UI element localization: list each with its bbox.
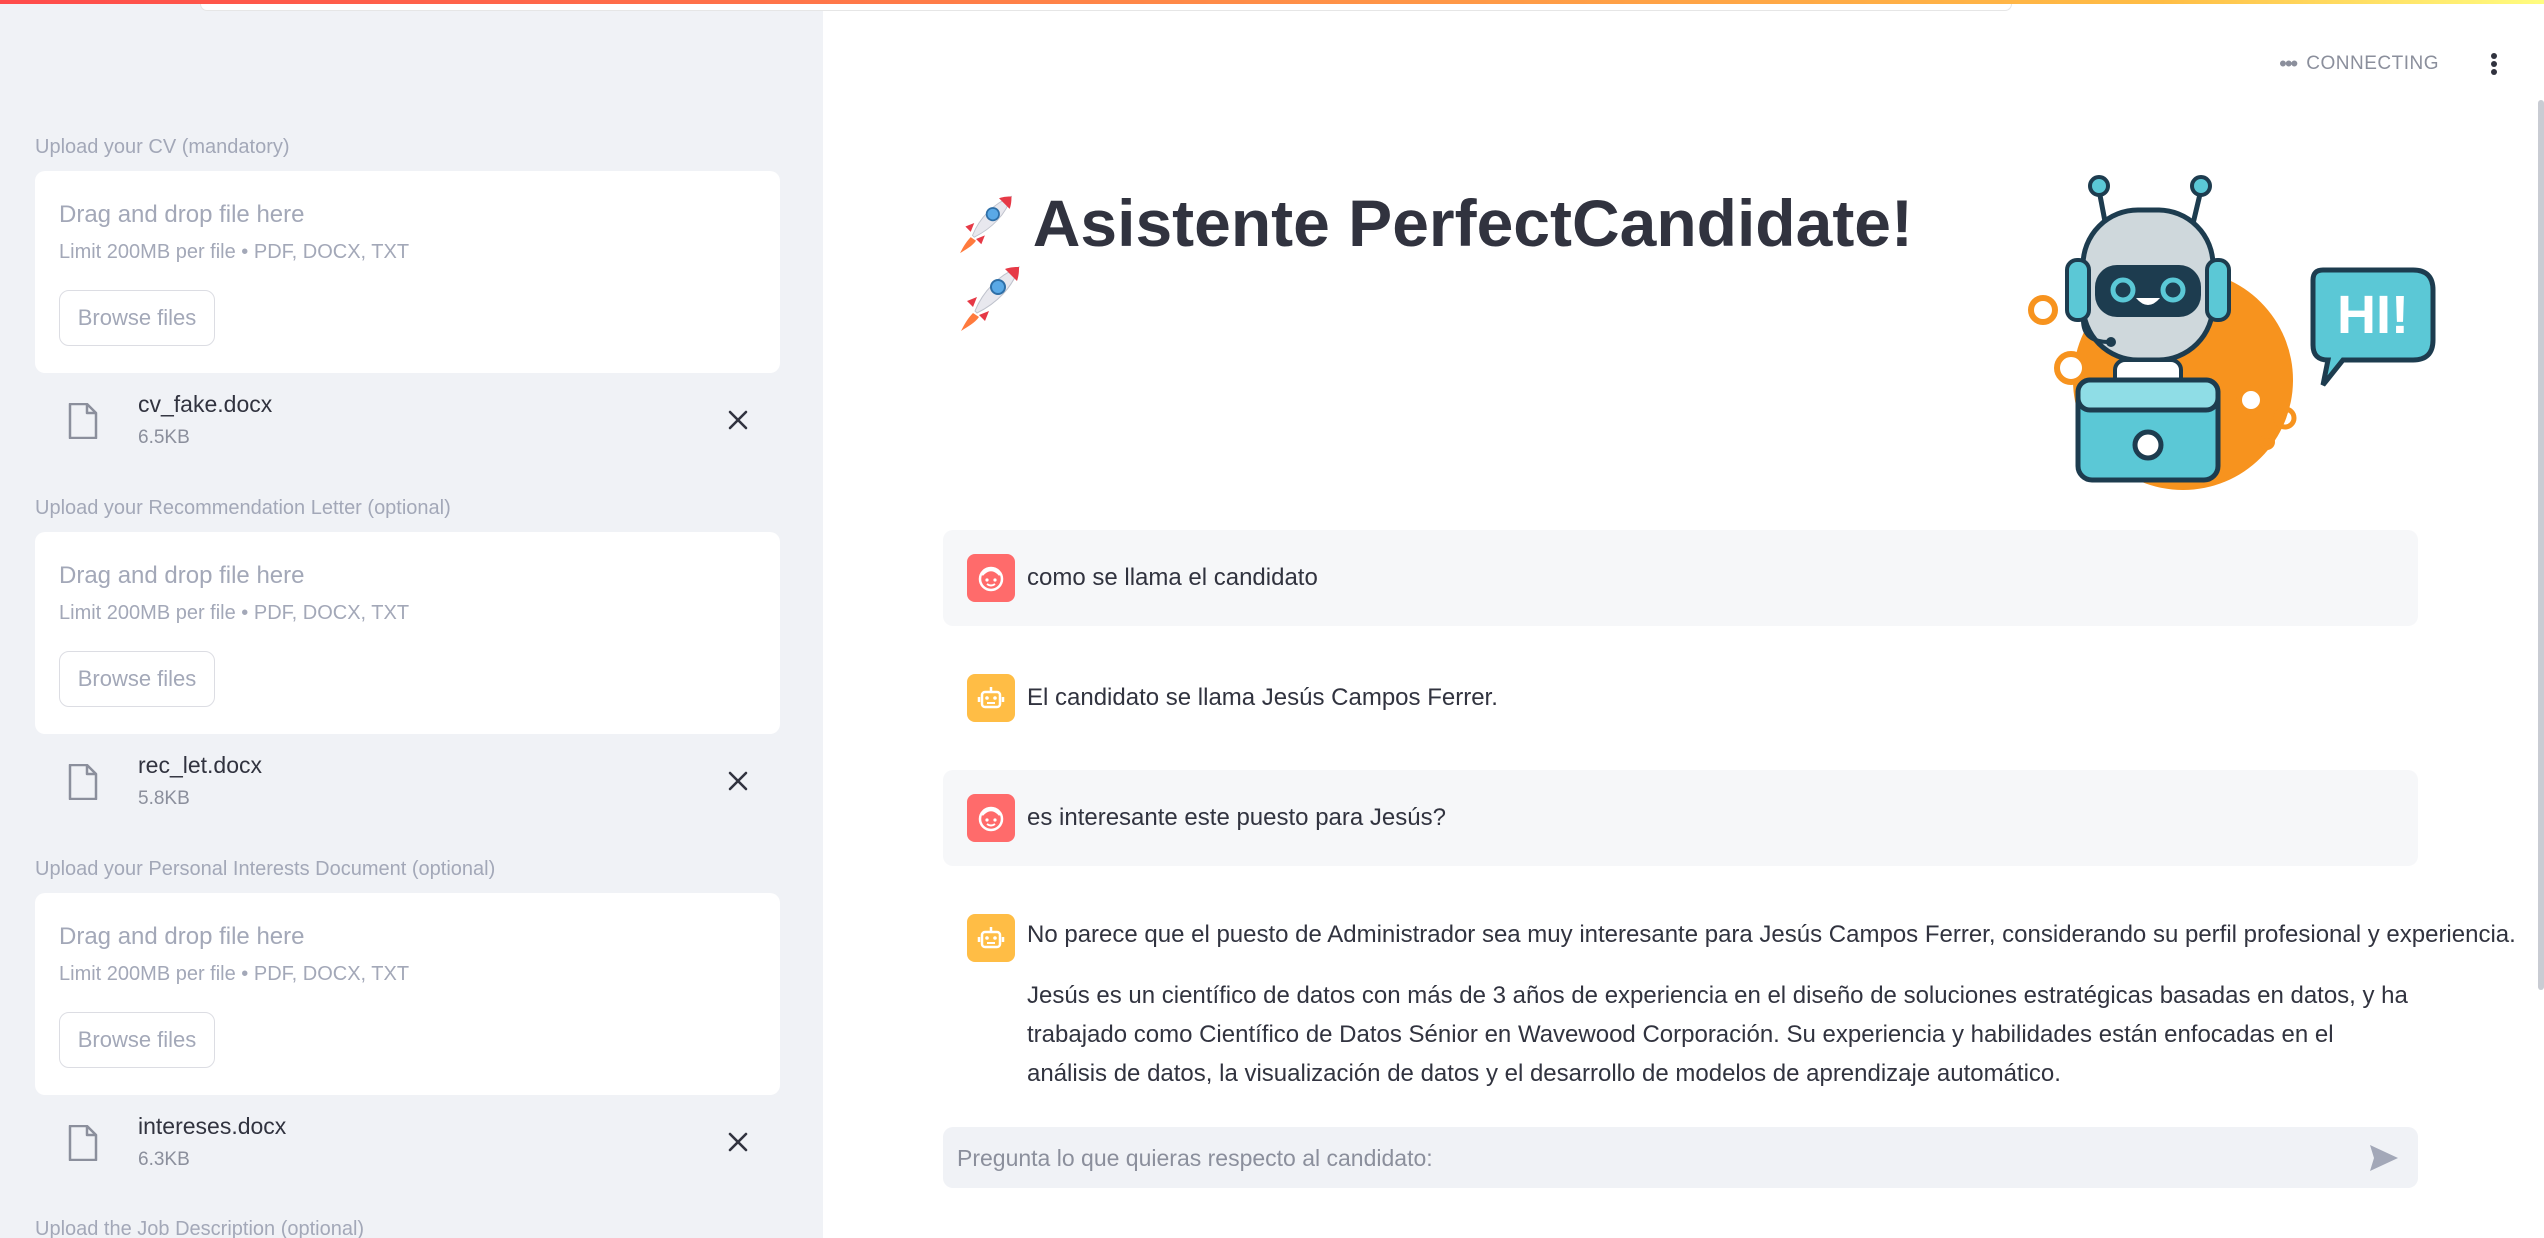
page-title-text: Asistente PerfectCandidate! [1032, 186, 1913, 260]
uploaded-file: intereses.docx 6.3KB [35, 1113, 780, 1193]
message-text: El candidato se llama Jesús Campos Ferre… [1027, 684, 1498, 711]
dropzone-limit: Limit 200MB per file • PDF, DOCX, TXT [59, 963, 410, 985]
uploaded-file: cv_fake.docx 6.5KB [35, 391, 780, 471]
browse-files-button[interactable]: Browse files [59, 1012, 215, 1068]
file-icon [68, 764, 98, 800]
assistant-avatar [967, 914, 1015, 962]
file-size: 6.5KB [138, 427, 190, 448]
message-paragraph: Jesús es un científico de datos con más … [1027, 982, 2408, 1087]
remove-file-icon[interactable] [725, 1129, 751, 1155]
chat-message-assistant: El candidato se llama Jesús Campos Ferre… [943, 650, 2418, 746]
chat-message-user: como se llama el candidato [943, 530, 2418, 626]
file-name: intereses.docx [138, 1113, 287, 1139]
uploader-label: Upload your CV (mandatory) [35, 136, 290, 158]
page-title: Asistente PerfectCandidate! [953, 185, 1913, 338]
user-avatar [967, 794, 1015, 842]
browse-files-button[interactable]: Browse files [59, 290, 215, 346]
file-name: rec_let.docx [138, 752, 263, 778]
file-icon [68, 1125, 98, 1161]
dropzone-limit: Limit 200MB per file • PDF, DOCX, TXT [59, 241, 410, 263]
kebab-menu-icon[interactable] [2484, 48, 2504, 80]
dropzone-limit: Limit 200MB per file • PDF, DOCX, TXT [59, 602, 410, 624]
hi-speech-text: HI! [2337, 285, 2409, 345]
uploader-label: Upload the Job Description (optional) [35, 1218, 365, 1238]
message-text: es interesante este puesto para Jesús? [1027, 804, 1446, 831]
user-face-icon [978, 566, 1004, 592]
robot-icon [977, 927, 1005, 949]
main-area: ••• CONNECTING Asistente PerfectCandidat… [823, 0, 2544, 1238]
message-text: como se llama el candidato [1027, 564, 1318, 591]
robot-icon [977, 687, 1005, 709]
dropzone[interactable]: Drag and drop file here Limit 200MB per … [35, 171, 780, 373]
sidebar: Upload your CV (mandatory) Drag and drop… [0, 0, 823, 1238]
file-name: cv_fake.docx [138, 391, 273, 417]
dropzone[interactable]: Drag and drop file here Limit 200MB per … [35, 532, 780, 734]
message-paragraph: No parece que el puesto de Administrador… [1027, 921, 2516, 948]
ellipsis-icon: ••• [2279, 51, 2298, 76]
file-size: 6.3KB [138, 1149, 190, 1170]
uploaded-file: rec_let.docx 5.8KB [35, 752, 780, 832]
uploader-label: Upload your Personal Interests Document … [35, 858, 496, 880]
status-text: CONNECTING [2306, 53, 2439, 74]
chat-message-user: es interesante este puesto para Jesús? [943, 770, 2418, 866]
connection-status: ••• CONNECTING [2279, 53, 2439, 75]
chat-input-bar [943, 1127, 2418, 1190]
user-avatar [967, 554, 1015, 602]
chat-message-assistant: No parece que el puesto de Administrador… [943, 890, 2516, 1105]
dropzone-title: Drag and drop file here [59, 562, 305, 589]
dropzone-title: Drag and drop file here [59, 201, 305, 228]
file-icon [68, 403, 98, 439]
remove-file-icon[interactable] [725, 407, 751, 433]
uploader-label: Upload your Recommendation Letter (optio… [35, 497, 451, 519]
dropzone-title: Drag and drop file here [59, 923, 305, 950]
scrollbar[interactable] [2538, 100, 2544, 990]
chat-input[interactable] [955, 1127, 2339, 1190]
user-face-icon [978, 806, 1004, 832]
top-decoration-bar [0, 0, 2544, 4]
browse-files-button[interactable]: Browse files [59, 651, 215, 707]
rocket-icon [960, 195, 1013, 254]
robot-illustration: HI! [2028, 175, 2436, 490]
file-size: 5.8KB [138, 788, 190, 809]
toolbar-frame [200, 4, 2012, 11]
rocket-icon [961, 266, 1020, 331]
dropzone[interactable]: Drag and drop file here Limit 200MB per … [35, 893, 780, 1095]
assistant-avatar [967, 674, 1015, 722]
remove-file-icon[interactable] [725, 768, 751, 794]
send-icon[interactable] [2368, 1143, 2400, 1173]
